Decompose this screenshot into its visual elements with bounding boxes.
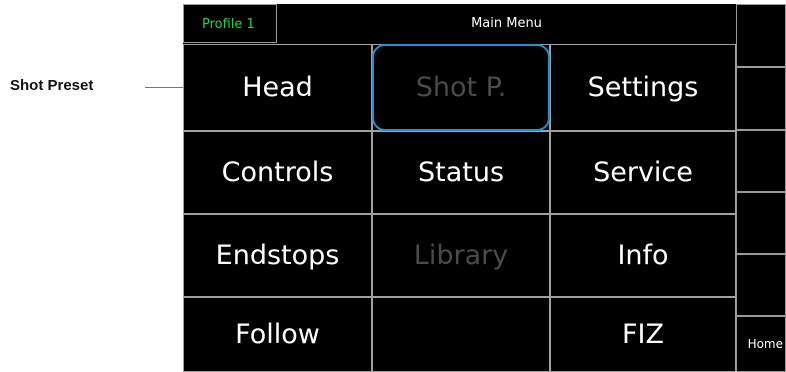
side-button-5[interactable] bbox=[736, 254, 786, 316]
menu-button-settings[interactable]: Settings bbox=[550, 44, 736, 131]
menu-button-head[interactable]: Head bbox=[183, 44, 372, 131]
side-button-3[interactable] bbox=[736, 130, 786, 192]
menu-button-status[interactable]: Status bbox=[372, 131, 550, 214]
menu-button-controls[interactable]: Controls bbox=[183, 131, 372, 214]
main-menu-grid: Head Shot P. Settings Controls Status Se… bbox=[183, 44, 736, 372]
callout-label-shot-preset: Shot Preset bbox=[10, 77, 94, 94]
page-title: Main Menu bbox=[471, 16, 542, 31]
menu-button-endstops[interactable]: Endstops bbox=[183, 214, 372, 297]
menu-button-follow[interactable]: Follow bbox=[183, 297, 372, 372]
menu-button-shot-preset[interactable]: Shot P. bbox=[372, 44, 550, 131]
side-button-home[interactable]: Home bbox=[736, 316, 786, 372]
menu-button-fiz[interactable]: FIZ bbox=[550, 297, 736, 372]
menu-button-info[interactable]: Info bbox=[550, 214, 736, 297]
profile-button[interactable]: Profile 1 bbox=[183, 4, 277, 43]
header-bar: Profile 1 Main Menu bbox=[183, 4, 736, 44]
menu-button-empty bbox=[372, 297, 550, 372]
device-screen: Profile 1 Main Menu Head Shot P. Setting… bbox=[183, 4, 786, 372]
menu-button-service[interactable]: Service bbox=[550, 131, 736, 214]
side-button-column: Home bbox=[736, 4, 786, 372]
side-button-2[interactable] bbox=[736, 67, 786, 130]
side-button-4[interactable] bbox=[736, 192, 786, 254]
side-button-1[interactable] bbox=[736, 4, 786, 67]
menu-button-library[interactable]: Library bbox=[372, 214, 550, 297]
